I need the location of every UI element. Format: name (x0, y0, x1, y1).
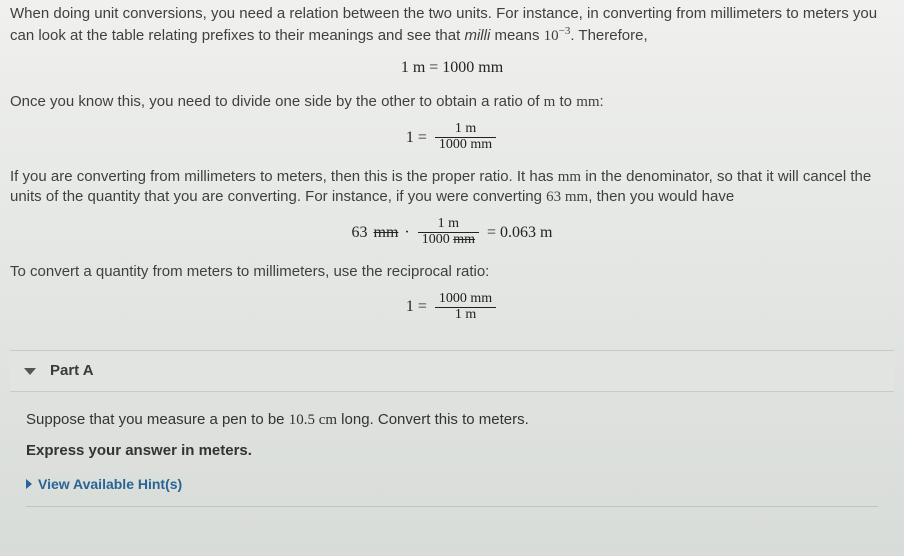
numerator: 1000 mm (435, 292, 496, 308)
cancelled-unit: mm (374, 222, 399, 244)
fraction: 1 m 1000 mm (435, 122, 496, 152)
intro-paragraph-2: Once you know this, you need to divide o… (10, 92, 894, 112)
denominator: 1 m (435, 308, 496, 323)
den-value: 1000 (422, 232, 454, 247)
power-base: 10 (544, 28, 559, 44)
text: . Therefore, (570, 27, 647, 44)
unit-m: m (544, 94, 556, 110)
cancelled-unit: mm (453, 232, 475, 247)
eq-lhs: 1 = (406, 127, 427, 149)
text: to (555, 93, 576, 110)
view-hints-button[interactable]: View Available Hint(s) (26, 475, 182, 494)
equation-2: 1 = 1 m 1000 mm (10, 122, 894, 152)
intro-paragraph-3: If you are converting from millimeters t… (10, 167, 894, 208)
intro-paragraph-1: When doing unit conversions, you need a … (10, 4, 894, 47)
text: Once you know this, you need to divide o… (10, 93, 544, 110)
eq-result: = 0.063 m (487, 222, 552, 244)
answer-input-area[interactable] (26, 506, 878, 510)
denominator: 1000 mm (418, 233, 479, 248)
equation-3: 63 mm · 1 m 1000 mm = 0.063 m (10, 217, 894, 247)
value-63mm: 63 mm (546, 189, 588, 205)
part-a-title: Part A (50, 361, 94, 381)
fraction: 1000 mm 1 m (435, 292, 496, 322)
equation-1: 1 m = 1000 mm (10, 57, 894, 79)
text: , then you would have (588, 188, 734, 205)
part-a-body: Suppose that you measure a pen to be 10.… (10, 392, 894, 517)
equation-4: 1 = 1000 mm 1 m (10, 292, 894, 322)
value-10-5cm: 10.5 cm (289, 412, 337, 428)
dot-operator: · (404, 222, 409, 244)
unit-mm: mm (558, 169, 581, 185)
text: : (600, 93, 604, 110)
unit-mm: mm (576, 94, 599, 110)
text: means (490, 27, 543, 44)
numerator: 1 m (418, 217, 479, 233)
chevron-down-icon (24, 368, 36, 375)
eq-left-value: 63 (352, 222, 368, 244)
text: If you are converting from millimeters t… (10, 168, 558, 185)
text: long. Convert this to meters. (337, 411, 529, 428)
chevron-right-icon (26, 479, 32, 489)
numerator: 1 m (435, 122, 496, 138)
text: Suppose that you measure a pen to be (26, 411, 289, 428)
italic-milli: milli (464, 27, 490, 44)
part-a-prompt: Suppose that you measure a pen to be 10.… (26, 410, 878, 430)
power-exponent: −3 (559, 25, 571, 37)
denominator: 1000 mm (435, 138, 496, 153)
fraction: 1 m 1000 mm (418, 217, 479, 247)
intro-paragraph-4: To convert a quantity from meters to mil… (10, 262, 894, 282)
eq-lhs: 1 = (406, 296, 427, 318)
hints-label: View Available Hint(s) (38, 475, 182, 494)
eq-text: 1 m = 1000 mm (401, 59, 503, 76)
part-a-instruction: Express your answer in meters. (26, 441, 878, 461)
text: When doing unit conversions, you need a … (10, 5, 877, 44)
part-a-header[interactable]: Part A (10, 350, 894, 392)
